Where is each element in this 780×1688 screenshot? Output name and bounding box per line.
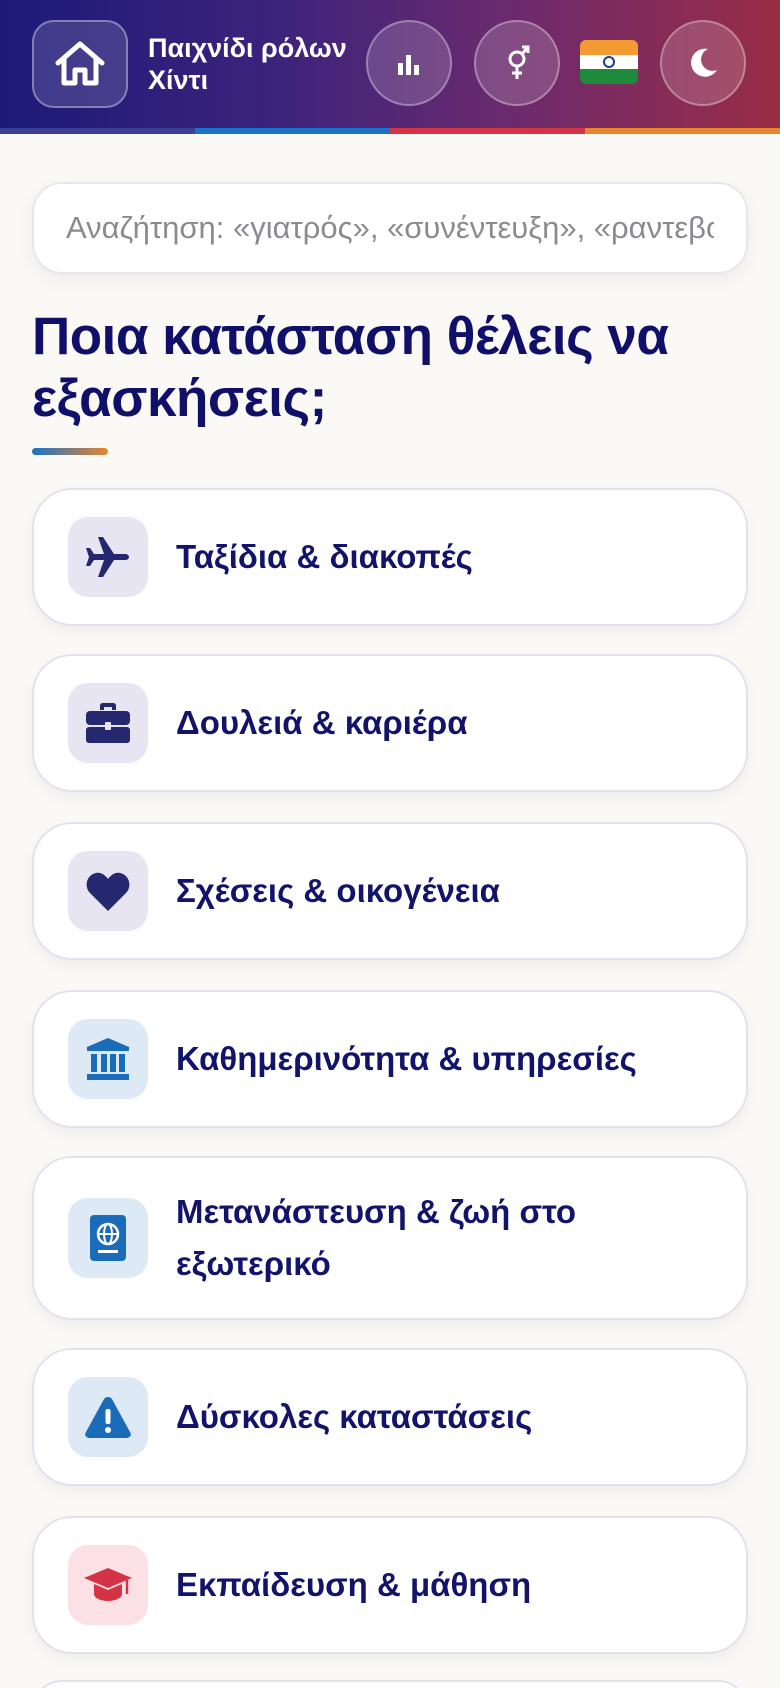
category-card-daily-life[interactable]: Καθημερινότητα & υπηρεσίες <box>32 990 748 1128</box>
briefcase-icon <box>86 703 130 743</box>
category-label: Καθημερινότητα & υπηρεσίες <box>176 1040 637 1077</box>
app-title: Παιχνίδι ρόλων Χίντι <box>148 33 347 95</box>
stats-button[interactable] <box>366 20 452 106</box>
category-card-travel[interactable]: Ταξίδια & διακοπές <box>32 488 748 626</box>
category-card-difficult-situations[interactable]: Δύσκολες καταστάσεις <box>32 1348 748 1486</box>
search-box[interactable] <box>32 182 748 274</box>
category-card-education[interactable]: Εκπαίδευση & μάθηση <box>32 1516 748 1654</box>
gender-icon <box>508 45 530 79</box>
category-label: Εκπαίδευση & μάθηση <box>176 1566 532 1603</box>
category-card-relationships[interactable]: Σχέσεις & οικογένεια <box>32 822 748 960</box>
heart-icon <box>86 872 130 911</box>
moon-icon <box>691 48 717 77</box>
category-label: Δύσκολες καταστάσεις <box>176 1398 533 1435</box>
category-card-work[interactable]: Δουλειά & καριέρα <box>32 654 748 792</box>
category-card-next[interactable] <box>32 1680 748 1688</box>
india-flag-icon[interactable] <box>580 40 638 84</box>
title-underline <box>32 448 108 455</box>
passport-icon <box>90 1215 126 1261</box>
warning-icon <box>85 1397 131 1438</box>
airplane-icon <box>86 537 129 577</box>
category-label: Ταξίδια & διακοπές <box>176 538 473 575</box>
stats-icon <box>398 55 419 75</box>
category-card-migration[interactable]: Μετανάστευση & ζωή στο εξωτερικό <box>32 1156 748 1320</box>
category-label: Σχέσεις & οικογένεια <box>176 872 500 909</box>
search-input[interactable] <box>66 210 714 246</box>
app-header: Παιχνίδι ρόλων Χίντι <box>0 0 780 128</box>
graduation-cap-icon <box>84 1568 132 1601</box>
home-icon <box>55 41 105 86</box>
category-label: Δουλειά & καριέρα <box>176 704 468 741</box>
gender-button[interactable] <box>474 20 560 106</box>
bank-icon <box>87 1038 129 1080</box>
header-color-stripe <box>0 128 780 134</box>
page-title: Ποια κατάσταση θέλεις να εξασκήσεις; <box>32 307 669 428</box>
category-label: Μετανάστευση & ζωή στο εξωτερικό <box>176 1193 577 1282</box>
dark-mode-button[interactable] <box>660 20 746 106</box>
home-button[interactable] <box>32 20 128 108</box>
